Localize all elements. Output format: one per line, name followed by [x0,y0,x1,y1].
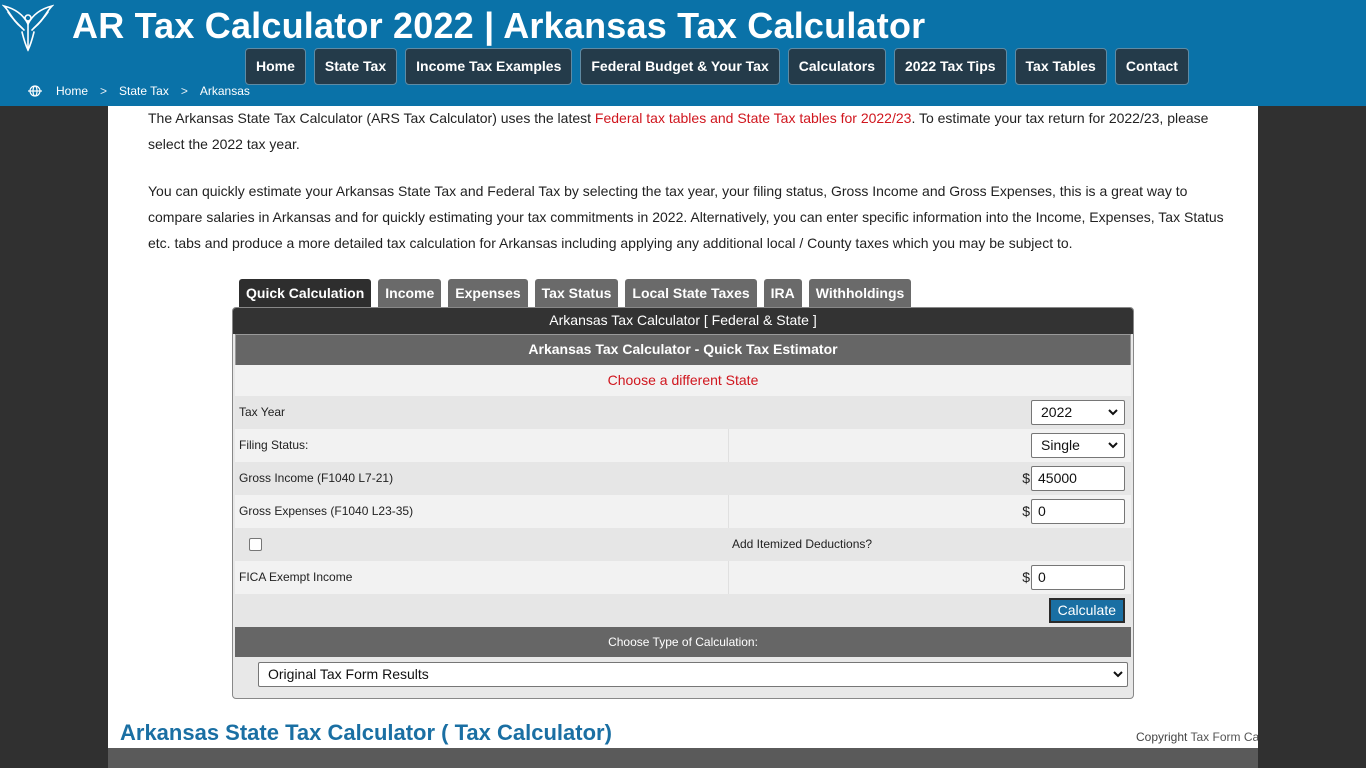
tab-income[interactable]: Income [378,279,442,307]
itemized-deductions-checkbox[interactable] [249,538,262,551]
tax-year-row: Tax Year 2022 [235,396,1131,429]
calculator-tabs: Quick Calculation Income Expenses Tax St… [239,279,912,307]
breadcrumb-separator: > [100,84,108,98]
intro-paragraph-1: The Arkansas State Tax Calculator (ARS T… [148,105,1228,157]
calculator-title: Arkansas Tax Calculator [ Federal & Stat… [233,308,1133,334]
chevron-down-icon [1108,442,1118,449]
filing-status-label: Filing Status: [239,438,309,452]
calculation-type-select[interactable]: Original Tax Form Results [258,662,1128,687]
nav-tax-tables[interactable]: Tax Tables [1014,48,1107,85]
fica-exempt-input[interactable]: 0 [1031,565,1125,590]
fica-exempt-label: FICA Exempt Income [239,570,353,584]
fica-exempt-row: FICA Exempt Income $ 0 [235,561,1131,594]
intro-paragraph-2: You can quickly estimate your Arkansas S… [148,183,1224,251]
copyright-link[interactable]: Tax Form Calculator [1190,730,1258,744]
gross-expenses-label: Gross Expenses (F1040 L23-35) [239,504,414,518]
calculation-type-row: Original Tax Form Results [235,657,1131,697]
calculate-row: Calculate [235,594,1131,627]
copyright: Copyright Tax Form Calculator [1136,730,1258,744]
breadcrumb-arkansas[interactable]: Arkansas [200,84,250,98]
nav-state-tax[interactable]: State Tax [313,48,398,85]
filing-status-row: Filing Status: Single [235,429,1131,462]
itemized-deductions-row: Add Itemized Deductions? [235,528,1131,561]
column-divider [728,561,729,594]
currency-symbol: $ [1022,503,1030,519]
filing-status-select[interactable]: Single [1031,433,1125,458]
tab-expenses[interactable]: Expenses [448,279,528,307]
site-title: AR Tax Calculator 2022 | Arkansas Tax Ca… [72,5,926,46]
filing-status-value: Single [1041,437,1080,453]
gross-income-label: Gross Income (F1040 L7-21) [239,471,394,485]
itemized-deductions-label: Add Itemized Deductions? [732,537,873,551]
column-divider [728,495,729,528]
calculation-type-heading: Choose Type of Calculation: [235,627,1131,657]
section-title: Arkansas State Tax Calculator ( Tax Calc… [120,720,612,745]
calculator-form: Arkansas Tax Calculator - Quick Tax Esti… [235,334,1131,697]
main-content: The Arkansas State Tax Calculator (ARS T… [108,106,1258,748]
calculation-type-value: Original Tax Form Results [268,666,429,682]
gross-expenses-input[interactable]: 0 [1031,499,1125,524]
chevron-down-icon [1108,409,1118,416]
breadcrumb-state-tax[interactable]: State Tax [119,84,169,98]
nav-calculators[interactable]: Calculators [787,48,886,85]
tax-year-label: Tax Year [239,405,286,419]
phoenix-logo-icon[interactable] [2,2,54,54]
globe-icon [28,85,42,97]
nav-tax-tips[interactable]: 2022 Tax Tips [894,48,1007,85]
site-header: AR Tax Calculator 2022 | Arkansas Tax Ca… [0,0,1366,106]
page-bottom-bar [108,748,1258,768]
breadcrumb: Home > State Tax > Arkansas [28,84,250,98]
breadcrumb-home[interactable]: Home [56,84,88,98]
main-nav: Home State Tax Income Tax Examples Feder… [245,48,1189,85]
tab-local-state-taxes[interactable]: Local State Taxes [625,279,757,307]
nav-contact[interactable]: Contact [1114,48,1189,85]
chevron-down-icon [1113,671,1123,678]
choose-state-link[interactable]: Choose a different State [235,365,1131,396]
estimator-heading: Arkansas Tax Calculator - Quick Tax Esti… [235,334,1131,365]
gross-expenses-row: Gross Expenses (F1040 L23-35) $ 0 [235,495,1131,528]
calculate-button[interactable]: Calculate [1048,598,1125,623]
gross-income-row: Gross Income (F1040 L7-21) $ 45000 [235,462,1131,495]
calculator-panel: Arkansas Tax Calculator [ Federal & Stat… [232,307,1134,699]
currency-symbol: $ [1022,569,1030,585]
gross-income-input[interactable]: 45000 [1031,466,1125,491]
nav-home[interactable]: Home [245,48,306,85]
tax-year-select[interactable]: 2022 [1031,400,1125,425]
tab-tax-status[interactable]: Tax Status [534,279,619,307]
nav-income-tax-examples[interactable]: Income Tax Examples [405,48,573,85]
currency-symbol: $ [1022,470,1030,486]
breadcrumb-separator: > [180,84,188,98]
tab-ira[interactable]: IRA [763,279,802,307]
tax-year-value: 2022 [1041,404,1073,420]
tax-tables-link[interactable]: Federal tax tables and State Tax tables … [595,110,912,126]
nav-federal-budget[interactable]: Federal Budget & Your Tax [580,48,780,85]
tab-quick-calculation[interactable]: Quick Calculation [239,279,372,307]
column-divider [728,429,729,462]
copyright-text: Copyright [1136,730,1191,744]
intro-text: The Arkansas State Tax Calculator (ARS T… [148,110,595,126]
tab-withholdings[interactable]: Withholdings [808,279,912,307]
